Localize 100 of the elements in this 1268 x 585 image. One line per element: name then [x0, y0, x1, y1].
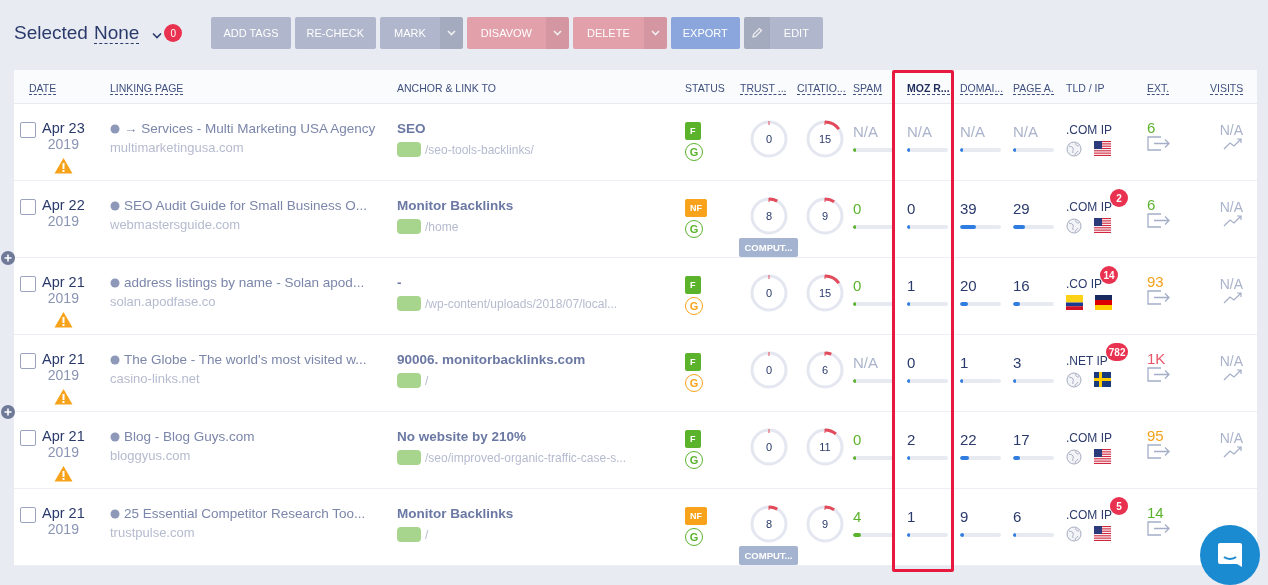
page-title-link[interactable]: 25 Essential Competitor Research Too...	[124, 506, 366, 521]
favicon-icon	[110, 431, 120, 442]
action-button[interactable]: RE-CHECK	[294, 17, 377, 49]
column-header[interactable]: PAGE A.	[1013, 81, 1054, 95]
tld-ip-text: .NET IP	[1066, 354, 1108, 368]
score-ring	[750, 351, 787, 389]
action-button[interactable]: MARK	[380, 17, 440, 49]
metric-value: 4	[853, 507, 863, 527]
page-title-link[interactable]: Blog - Blog Guys.com	[124, 429, 255, 444]
page-title-link[interactable]: The Globe - The world's most visited w...	[124, 352, 367, 367]
metric-value: 0	[853, 199, 863, 219]
external-links-count: 6	[1147, 196, 1157, 213]
external-links-count: 95	[1147, 427, 1165, 444]
page-title-link[interactable]: address listings by name - Solan apod...	[124, 275, 365, 290]
metric-value: N/A	[907, 122, 933, 142]
row-checkbox[interactable]	[20, 199, 36, 215]
follow-badge: F	[685, 276, 701, 294]
dropdown-button[interactable]	[643, 17, 667, 49]
column-header[interactable]: DOMAI...	[960, 81, 1004, 95]
chat-button[interactable]	[1200, 525, 1260, 585]
column-header[interactable]: TRUST ...	[740, 81, 787, 95]
trend-icon[interactable]	[1223, 369, 1243, 381]
selection-dropdown[interactable]: None	[93, 22, 140, 44]
row-checkbox[interactable]	[20, 353, 36, 369]
metric-value: 0	[853, 276, 863, 296]
date-text: Apr 21	[42, 351, 85, 367]
external-link-icon[interactable]	[1147, 367, 1171, 382]
chat-icon	[1216, 541, 1244, 569]
dropdown-button[interactable]	[439, 17, 463, 49]
favicon-icon	[110, 277, 120, 288]
row-checkbox[interactable]	[20, 507, 36, 523]
column-header[interactable]: EXT.	[1147, 81, 1170, 95]
trend-icon[interactable]	[1223, 292, 1243, 304]
tld-ip-text: .CO IP	[1066, 277, 1102, 291]
column-header[interactable]: VISITS	[1210, 81, 1244, 95]
target-url-link[interactable]: /	[425, 373, 429, 388]
visits-value: N/A	[1219, 353, 1243, 369]
score-ring	[806, 505, 844, 543]
target-url-link[interactable]: /	[425, 527, 429, 542]
page-title-link[interactable]: SEO Audit Guide for Small Business O...	[124, 198, 368, 213]
favicon-icon	[110, 200, 120, 211]
column-header[interactable]: DATE	[29, 81, 57, 95]
row-checkbox[interactable]	[20, 276, 36, 292]
score-value: 8	[765, 210, 772, 222]
row-checkbox[interactable]	[20, 430, 36, 446]
action-button[interactable]: DISAVOW	[466, 17, 546, 49]
metric-bar	[960, 225, 1001, 229]
trend-icon[interactable]	[1223, 215, 1243, 227]
trend-icon[interactable]	[1223, 446, 1243, 458]
score-value: 6	[821, 364, 829, 376]
score-ring	[750, 120, 787, 158]
metric-value: N/A	[1013, 122, 1039, 142]
add-icon[interactable]	[1, 405, 15, 419]
action-button[interactable]: EXPORT	[670, 17, 740, 49]
score-value: 0	[765, 133, 772, 145]
external-link-icon[interactable]	[1147, 213, 1171, 228]
external-link-icon[interactable]	[1147, 136, 1171, 151]
column-header[interactable]: LINKING PAGE	[110, 81, 184, 95]
metric-value: 0	[907, 353, 917, 373]
add-icon[interactable]	[1, 251, 15, 265]
caret-icon[interactable]	[152, 31, 163, 39]
domain-text: solan.apodfase.co	[110, 294, 217, 309]
metric-value: 17	[1013, 430, 1031, 450]
year-text: 2019	[47, 136, 79, 152]
dropdown-button[interactable]	[545, 17, 569, 49]
metric-value: 9	[960, 507, 970, 527]
target-url-link[interactable]: /seo/improved-organic-traffic-case-s...	[425, 450, 627, 465]
anchor-tag	[397, 450, 421, 465]
score-value: 9	[821, 518, 829, 530]
metric-value: N/A	[853, 353, 879, 373]
external-link-icon[interactable]	[1147, 521, 1171, 536]
date-text: Apr 23	[42, 120, 85, 136]
external-link-icon[interactable]	[1147, 290, 1171, 305]
action-button[interactable]: ADD TAGS	[211, 17, 291, 49]
edit-icon-button[interactable]	[743, 17, 770, 49]
visits-value: N/A	[1219, 199, 1243, 215]
external-links-count: 6	[1147, 119, 1157, 136]
column-header[interactable]: SPAM	[853, 81, 882, 95]
domain-text: multimarketingusa.com	[110, 140, 245, 155]
trend-icon[interactable]	[1223, 138, 1243, 150]
visits-value: N/A	[1219, 122, 1243, 138]
metric-value: 3	[1013, 353, 1023, 373]
action-button[interactable]: DELETE	[572, 17, 644, 49]
metric-value: 39	[960, 199, 978, 219]
score-value: 15	[818, 133, 832, 145]
external-links-count: 1K	[1147, 350, 1167, 367]
action-button[interactable]: EDIT	[769, 17, 823, 49]
page-title-link[interactable]: → Services - Multi Marketing USA Agency	[124, 121, 376, 136]
column-header[interactable]: MOZ R...	[907, 81, 950, 95]
target-url-link[interactable]: /wp-content/uploads/2018/07/local...	[425, 296, 618, 311]
selection-label: Selected	[14, 22, 88, 44]
target-url-link[interactable]: /home	[425, 219, 459, 234]
caret-icon	[650, 30, 660, 36]
external-link-icon[interactable]	[1147, 444, 1171, 459]
anchor-text: SEO	[397, 121, 427, 136]
column-header[interactable]: CITATIO...	[797, 81, 846, 95]
row-checkbox[interactable]	[20, 122, 36, 138]
favicon-icon	[110, 123, 120, 134]
target-url-link[interactable]: /seo-tools-backlinks/	[425, 142, 534, 157]
computing-badge: COMPUT...	[739, 546, 798, 565]
